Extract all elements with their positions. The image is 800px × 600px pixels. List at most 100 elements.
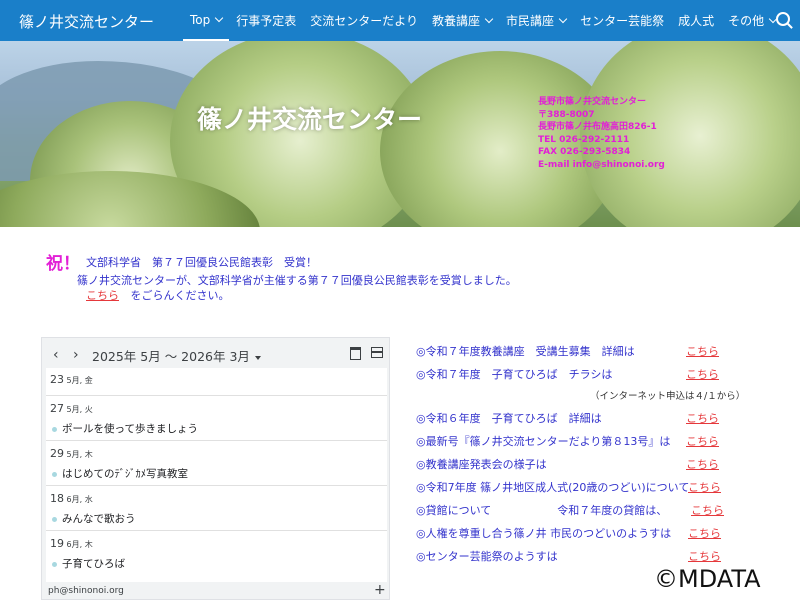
nav-item-label: Top (190, 12, 211, 27)
internet-application-note: （インターネット申込は４/１から） (590, 391, 746, 402)
list-item-link[interactable]: こちら (686, 433, 719, 449)
list-item: ◎令和7年度 篠ノ井地区成人式(20歳のつどい)について (416, 481, 690, 494)
calendar-footer-account: ph@shinonoi.org (48, 586, 124, 596)
chevron-down-icon (484, 14, 494, 24)
agenda-event[interactable]: 子育てひろば (52, 556, 125, 571)
agenda-day: 29 (50, 447, 64, 460)
list-item: ◎最新号『篠ノ井交流センターだより第８13号』は (416, 435, 671, 448)
view-toggle-icon[interactable] (371, 347, 383, 358)
list-item-link[interactable]: こちら (688, 479, 721, 495)
add-to-calendar-button[interactable]: + (374, 582, 386, 598)
divider (46, 440, 387, 441)
nav-item-newsletter[interactable]: 交流センターだより (303, 0, 425, 41)
divider (46, 530, 387, 531)
main-menu: Top 行事予定表 交流センターだより 教養講座 市民講座 センター芸能祭 成人… (183, 0, 783, 41)
notice-headline: 文部科学省 第７７回優良公民館表彰 受賞！ (86, 256, 317, 269)
search-icon[interactable] (776, 12, 790, 26)
contact-line: 長野市篠ノ井布施高田826-1 (538, 122, 657, 132)
list-item-link[interactable]: こちら (686, 366, 719, 382)
top-nav-bar: 篠ノ井交流センター Top 行事予定表 交流センターだより 教養講座 市民講座 … (0, 0, 800, 41)
calendar-prev-button[interactable]: ‹ (53, 347, 59, 363)
calendar-next-button[interactable]: › (73, 347, 79, 363)
nav-item-arts-festival[interactable]: センター芸能祭 (573, 0, 671, 41)
event-dot-icon (52, 561, 57, 567)
calendar-agenda-list: 23 5月, 金 27 5月, 火 ポールを使って歩きましょう 29 5月, 木… (46, 368, 387, 582)
list-item: ◎センター芸能祭のようすは (416, 550, 558, 563)
nav-item-top[interactable]: Top (183, 0, 230, 41)
nav-item-culture-lectures[interactable]: 教養講座 (425, 0, 499, 41)
list-item-link[interactable]: こちら (686, 456, 719, 472)
agenda-event-title: はじめてのﾃﾞｼﾞｶﾒ写真教室 (62, 468, 188, 480)
event-dot-icon (52, 471, 57, 477)
hero-banner: 篠ノ井交流センター 長野市篠ノ井交流センター 〒388-8007 長野市篠ノ井布… (0, 41, 800, 227)
celebration-mark: 祝！ (46, 254, 80, 274)
hero-contact-info: 長野市篠ノ井交流センター 〒388-8007 長野市篠ノ井布施高田826-1 T… (538, 96, 665, 171)
agenda-event[interactable]: はじめてのﾃﾞｼﾞｶﾒ写真教室 (52, 466, 188, 481)
contact-line: 〒388-8007 (538, 109, 595, 120)
calendar-range-label: 2025年 5月 〜 2026年 3月 (92, 349, 250, 364)
nav-item-label: 市民講座 (506, 14, 555, 28)
notice-link[interactable]: こちら (86, 289, 119, 302)
nav-item-label: その他 (728, 14, 765, 28)
notice-body: 篠ノ井交流センターが、文部科学省が主催する第７７回優良公民館表彰を受賞しました。 (77, 274, 517, 287)
agenda-date: 27 5月, 火 (50, 402, 93, 415)
list-item-link[interactable]: こちら (686, 343, 719, 359)
list-item-link[interactable]: こちら (688, 525, 721, 541)
event-dot-icon (52, 426, 57, 432)
calendar-range-selector[interactable]: 2025年 5月 〜 2026年 3月 (92, 346, 261, 365)
nav-item-label: センター芸能祭 (580, 14, 665, 28)
divider (46, 395, 387, 396)
list-item-link[interactable]: こちら (686, 410, 719, 426)
agenda-event-title: みんなで歌おう (62, 513, 136, 525)
agenda-event-title: 子育てひろば (62, 558, 125, 570)
notice-link-line: こちら をごらんください。 (86, 287, 230, 303)
agenda-day-meta: 5月, 木 (66, 450, 93, 459)
nav-item-label: 交流センターだより (310, 14, 419, 28)
caret-down-icon (254, 355, 261, 360)
agenda-event[interactable]: ポールを使って歩きましょう (52, 421, 198, 436)
site-title[interactable]: 篠ノ井交流センター (19, 11, 154, 32)
nav-item-label: 教養講座 (432, 14, 481, 28)
list-item-link[interactable]: こちら (688, 548, 721, 564)
chevron-down-icon (558, 14, 568, 24)
agenda-date: 29 5月, 木 (50, 447, 93, 460)
contact-line: E-mail info@shinonoi.org (538, 159, 665, 170)
nav-item-other[interactable]: その他 (721, 0, 783, 41)
nav-item-label: 成人式 (678, 14, 715, 28)
hero-title: 篠ノ井交流センター (197, 105, 423, 134)
agenda-date: 18 6月, 水 (50, 492, 93, 505)
agenda-day-meta: 5月, 火 (66, 405, 93, 414)
agenda-date: 19 6月, 木 (50, 537, 93, 550)
list-item: ◎令和６年度 子育てひろば 詳細は (416, 412, 602, 425)
list-item: ◎人権を尊重し合う篠ノ井 市民のつどいのようすは (416, 527, 672, 540)
print-icon[interactable] (350, 347, 361, 360)
agenda-day: 19 (50, 537, 64, 550)
notice-link-suffix: をごらんください。 (130, 289, 230, 302)
list-item: ◎令和７年度教養講座 受講生募集 詳細は (416, 345, 635, 358)
contact-line: 長野市篠ノ井交流センター (538, 97, 647, 107)
agenda-day-meta: 6月, 水 (66, 495, 93, 504)
nav-item-citizen-lectures[interactable]: 市民講座 (499, 0, 573, 41)
list-item-link[interactable]: こちら (691, 502, 724, 518)
list-item: ◎令和７年度 子育てひろば チラシは (416, 368, 613, 381)
agenda-day: 23 (50, 373, 64, 386)
contact-line: FAX 026-293-5834 (538, 147, 631, 157)
list-item: ◎教養講座発表会の様子は (416, 458, 547, 471)
agenda-event[interactable]: みんなで歌おう (52, 511, 136, 526)
nav-item-label: 行事予定表 (236, 14, 297, 28)
watermark: ©MDATA (654, 565, 761, 593)
calendar-widget: ‹ › 2025年 5月 〜 2026年 3月 23 5月, 金 27 5月, … (41, 337, 390, 600)
agenda-day: 27 (50, 402, 64, 415)
divider (46, 485, 387, 486)
agenda-day-meta: 5月, 金 (66, 376, 93, 385)
agenda-day: 18 (50, 492, 64, 505)
agenda-event-title: ポールを使って歩きましょう (62, 423, 198, 435)
chevron-down-icon (215, 13, 224, 23)
nav-item-coming-of-age[interactable]: 成人式 (671, 0, 721, 41)
event-dot-icon (52, 516, 57, 522)
list-item: ◎貸館について 令和７年度の貸館は、 (416, 504, 668, 517)
agenda-day-meta: 6月, 木 (66, 540, 93, 549)
nav-item-schedule[interactable]: 行事予定表 (229, 0, 303, 41)
contact-line: TEL 026-292-2111 (538, 134, 630, 145)
agenda-date: 23 5月, 金 (50, 373, 93, 386)
